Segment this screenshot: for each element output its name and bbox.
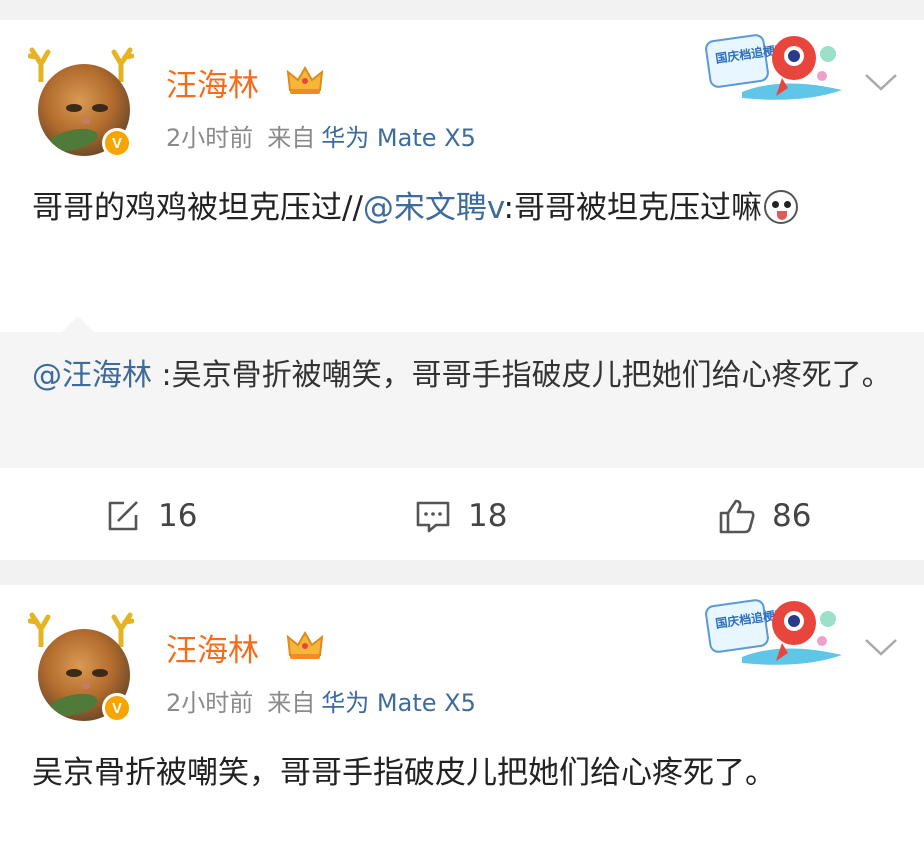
antler-left-icon: [28, 612, 51, 647]
weibo-post-card[interactable]: V 汪海林 2小时前 来自 华为 Mate X5 国庆档追梗高手 哥哥的鸡鸡被坦克压…: [0, 20, 924, 560]
national-day-sticker-icon: 国庆档追梗高手: [705, 599, 842, 665]
mention-link[interactable]: @宋文聘v: [363, 190, 504, 226]
quote-mention-link[interactable]: @汪海林: [32, 358, 152, 393]
quote-text: @汪海林 :吴京骨折被嘲笑，哥哥手指破皮儿把她们给心疼死了。: [32, 352, 892, 400]
quote-body: :吴京骨折被嘲笑，哥哥手指破皮儿把她们给心疼死了。: [152, 358, 892, 393]
chevron-down-icon[interactable]: [864, 72, 898, 92]
device-link[interactable]: 华为 Mate X5: [321, 124, 476, 152]
device-link[interactable]: 华为 Mate X5: [321, 689, 476, 717]
crown-icon: [286, 631, 324, 659]
comment-icon: [416, 501, 450, 533]
post-time: 2小时前: [166, 124, 254, 152]
chevron-down-icon[interactable]: [864, 637, 898, 657]
post-text: 哥哥的鸡鸡被坦克压过//@宋文聘v:哥哥被坦克压过嘛: [32, 184, 892, 232]
post-text-part: :哥哥被坦克压过嘛: [503, 190, 762, 226]
post-meta: 2小时前 来自 华为 Mate X5: [166, 683, 476, 718]
crown-icon: [286, 66, 324, 94]
like-count: 86: [772, 498, 812, 534]
verified-v-badge-icon: V: [102, 128, 132, 158]
post-separator: [0, 560, 924, 585]
post-time: 2小时前: [166, 689, 254, 717]
repost-count: 16: [158, 498, 198, 534]
doge-emoji-icon: [764, 190, 798, 224]
comment-button[interactable]: 18: [414, 490, 507, 542]
post-meta: 2小时前 来自 华为 Mate X5: [166, 118, 476, 153]
weibo-post-card[interactable]: V 汪海林 2小时前 来自 华为 Mate X5 国庆档追梗高手 吴京骨折被嘲笑，哥…: [0, 585, 924, 865]
antler-left-icon: [28, 47, 51, 82]
national-day-sticker-icon: 国庆档追梗高手: [705, 34, 842, 100]
avatar[interactable]: V: [28, 605, 138, 723]
action-bar: 16 18 86: [0, 490, 924, 542]
username[interactable]: 汪海林: [166, 625, 259, 670]
from-label: 来自: [267, 124, 316, 152]
top-separator: [0, 0, 924, 20]
like-button[interactable]: 86: [718, 490, 811, 542]
avatar[interactable]: V: [28, 40, 138, 158]
post-text: 吴京骨折被嘲笑，哥哥手指破皮儿把她们给心疼死了。: [32, 755, 776, 791]
quoted-original-post[interactable]: @汪海林 :吴京骨折被嘲笑，哥哥手指破皮儿把她们给心疼死了。: [0, 332, 924, 468]
repost-icon: [108, 501, 138, 531]
from-label: 来自: [267, 689, 316, 717]
repost-button[interactable]: 16: [104, 490, 197, 542]
quote-pointer: [62, 316, 94, 332]
username[interactable]: 汪海林: [166, 60, 259, 105]
comment-count: 18: [468, 498, 508, 534]
post-text-part: 哥哥的鸡鸡被坦克压过//: [32, 190, 363, 226]
verified-v-badge-icon: V: [102, 693, 132, 723]
thumbs-up-icon: [719, 499, 755, 534]
